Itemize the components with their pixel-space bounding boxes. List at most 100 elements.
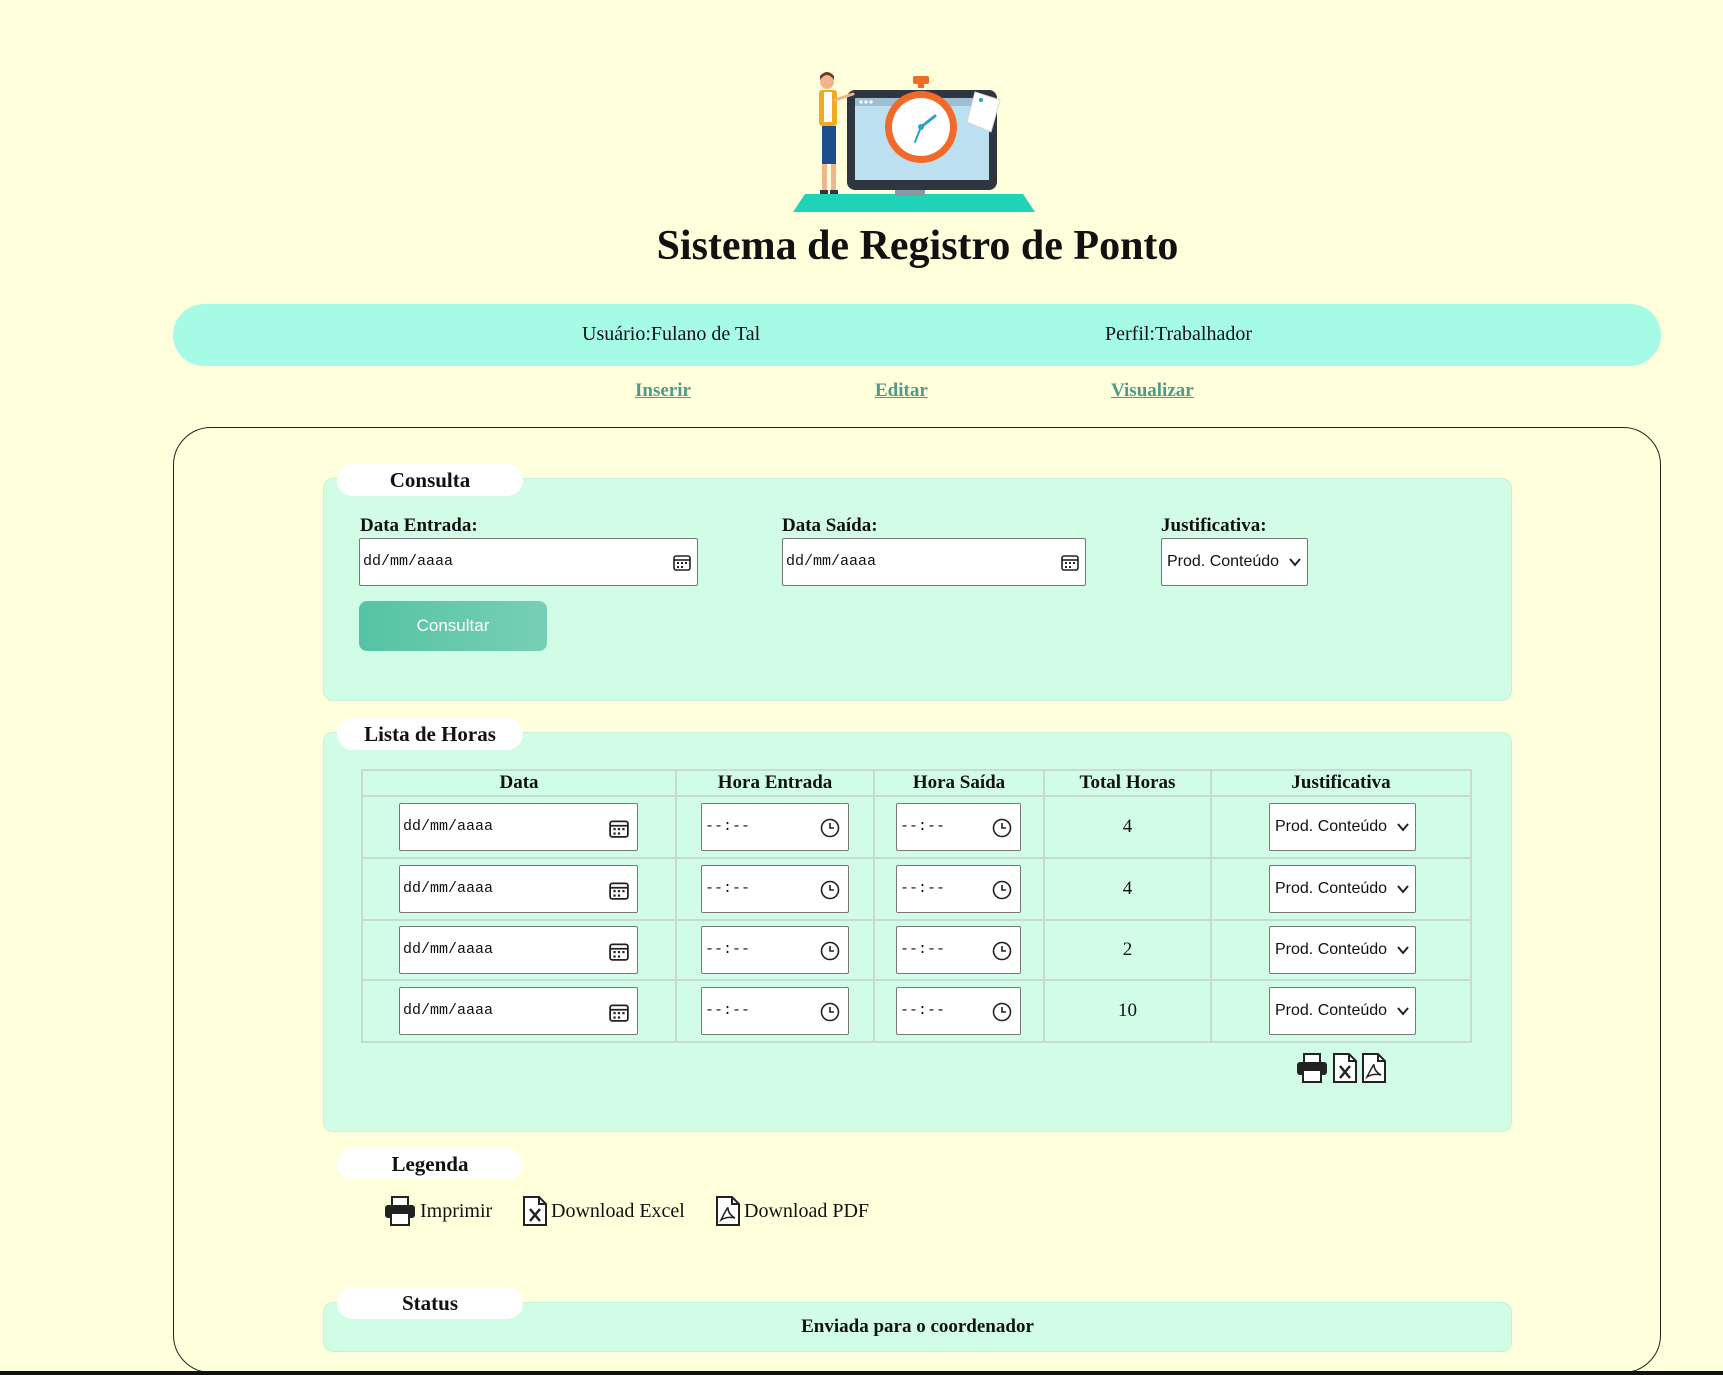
clock-icon[interactable] bbox=[992, 880, 1012, 900]
calendar-icon[interactable] bbox=[1061, 553, 1079, 571]
row-exit-time-value: --:-- bbox=[900, 880, 946, 897]
row-justification-select[interactable]: Prod. Conteúdo bbox=[1269, 803, 1416, 851]
row-justification-select[interactable]: Prod. Conteúdo bbox=[1269, 865, 1416, 913]
row-total-hours: 10 bbox=[1043, 979, 1212, 1043]
row-justification-value: Prod. Conteúdo bbox=[1275, 1002, 1388, 1019]
row-exit-time-input[interactable]: --:-- bbox=[896, 803, 1021, 851]
entry-date-label: Data Entrada: bbox=[360, 515, 478, 536]
row-justification-select[interactable]: Prod. Conteúdo bbox=[1269, 926, 1416, 974]
legend-label-print: Imprimir bbox=[420, 1200, 493, 1222]
hours-legend: Lista de Horas bbox=[337, 718, 523, 750]
row-justification-select[interactable]: Prod. Conteúdo bbox=[1269, 987, 1416, 1035]
row-exit-time-input[interactable]: --:-- bbox=[896, 926, 1021, 974]
row-date-input[interactable]: dd/mm/aaaa bbox=[399, 865, 638, 913]
clock-icon[interactable] bbox=[820, 880, 840, 900]
row-exit-time-value: --:-- bbox=[900, 818, 946, 835]
table-row: dd/mm/aaaa --:-- --:-- 10 Prod. Conteúdo bbox=[361, 979, 1472, 1043]
justification-selected: Prod. Conteúdo bbox=[1167, 553, 1280, 570]
calendar-icon[interactable] bbox=[609, 818, 629, 838]
row-date-value: dd/mm/aaaa bbox=[403, 880, 494, 897]
nav-insert-link[interactable]: Inserir bbox=[635, 380, 691, 402]
clock-icon[interactable] bbox=[992, 818, 1012, 838]
column-header-justification: Justificativa bbox=[1210, 769, 1472, 797]
consulta-section bbox=[323, 478, 1512, 701]
row-exit-time-input[interactable]: --:-- bbox=[896, 865, 1021, 913]
consult-button[interactable]: Consultar bbox=[359, 601, 547, 651]
row-entry-time-input[interactable]: --:-- bbox=[701, 865, 849, 913]
exit-date-input[interactable]: dd/mm/aaaa bbox=[782, 538, 1086, 586]
row-date-value: dd/mm/aaaa bbox=[403, 1002, 494, 1019]
excel-icon bbox=[523, 1196, 547, 1226]
user-name: Usuário:Fulano de Tal bbox=[582, 323, 761, 345]
row-justification-value: Prod. Conteúdo bbox=[1275, 941, 1388, 958]
legend-item-excel: Download Excel bbox=[522, 1196, 685, 1226]
printer-icon[interactable] bbox=[1296, 1053, 1328, 1083]
pdf-icon bbox=[716, 1196, 740, 1226]
chevron-down-icon bbox=[1397, 823, 1409, 832]
column-header-entry-time: Hora Entrada bbox=[675, 769, 875, 797]
chevron-down-icon bbox=[1397, 885, 1409, 894]
clock-icon[interactable] bbox=[992, 941, 1012, 961]
status-text: Enviada para o coordenador bbox=[801, 1316, 1034, 1337]
clock-icon[interactable] bbox=[820, 818, 840, 838]
calendar-icon[interactable] bbox=[609, 880, 629, 900]
calendar-icon[interactable] bbox=[673, 553, 691, 571]
calendar-icon[interactable] bbox=[609, 941, 629, 961]
excel-icon[interactable] bbox=[1332, 1053, 1358, 1083]
clock-icon[interactable] bbox=[992, 1002, 1012, 1022]
consulta-legend: Consulta bbox=[337, 464, 523, 496]
table-row: dd/mm/aaaa --:-- --:-- 2 Prod. Conteúdo bbox=[361, 919, 1472, 981]
pdf-icon[interactable] bbox=[1361, 1053, 1387, 1083]
clock-icon[interactable] bbox=[820, 941, 840, 961]
row-total-hours: 4 bbox=[1043, 795, 1212, 859]
row-entry-time-input[interactable]: --:-- bbox=[701, 803, 849, 851]
row-total-hours: 2 bbox=[1043, 919, 1212, 981]
page-title: Sistema de Registro de Ponto bbox=[656, 223, 1179, 269]
table-row: dd/mm/aaaa --:-- --:-- 4 Prod. Conteúdo bbox=[361, 795, 1472, 859]
user-bar: Usuário:Fulano de Tal Perfil:Trabalhador bbox=[173, 304, 1661, 366]
row-date-value: dd/mm/aaaa bbox=[403, 941, 494, 958]
user-profile: Perfil:Trabalhador bbox=[1105, 323, 1253, 345]
row-entry-time-value: --:-- bbox=[705, 1002, 751, 1019]
chevron-down-icon bbox=[1397, 1007, 1409, 1016]
row-entry-time-value: --:-- bbox=[705, 818, 751, 835]
nav-edit-link[interactable]: Editar bbox=[875, 380, 928, 402]
row-entry-time-value: --:-- bbox=[705, 941, 751, 958]
justification-select[interactable]: Prod. Conteúdo bbox=[1161, 538, 1308, 586]
status-legend: Status bbox=[337, 1287, 523, 1319]
hours-table: Data Hora Entrada Hora Saída Total Horas… bbox=[361, 769, 1472, 1043]
row-entry-time-value: --:-- bbox=[705, 880, 751, 897]
exit-date-placeholder: dd/mm/aaaa bbox=[786, 553, 877, 570]
column-header-date: Data bbox=[361, 769, 677, 797]
legend-item-print: Imprimir bbox=[384, 1196, 493, 1226]
table-row: dd/mm/aaaa --:-- --:-- 4 Prod. Conteúdo bbox=[361, 857, 1472, 921]
row-exit-time-value: --:-- bbox=[900, 1002, 946, 1019]
bottom-border bbox=[0, 1371, 1723, 1375]
justification-label: Justificativa: bbox=[1161, 515, 1267, 536]
row-date-input[interactable]: dd/mm/aaaa bbox=[399, 926, 638, 974]
row-date-input[interactable]: dd/mm/aaaa bbox=[399, 987, 638, 1035]
row-justification-value: Prod. Conteúdo bbox=[1275, 818, 1388, 835]
row-exit-time-input[interactable]: --:-- bbox=[896, 987, 1021, 1035]
column-header-exit-time: Hora Saída bbox=[873, 769, 1045, 797]
row-entry-time-input[interactable]: --:-- bbox=[701, 926, 849, 974]
legend-item-pdf: Download PDF bbox=[715, 1196, 870, 1226]
chevron-down-icon bbox=[1397, 946, 1409, 955]
chevron-down-icon bbox=[1289, 558, 1301, 567]
column-header-total-hours: Total Horas bbox=[1043, 769, 1212, 797]
printer-icon bbox=[385, 1196, 415, 1226]
timekeeping-illustration bbox=[793, 72, 1035, 212]
row-exit-time-value: --:-- bbox=[900, 941, 946, 958]
entry-date-placeholder: dd/mm/aaaa bbox=[363, 553, 454, 570]
nav-view-link[interactable]: Visualizar bbox=[1111, 380, 1194, 402]
legenda-legend: Legenda bbox=[337, 1148, 523, 1180]
entry-date-input[interactable]: dd/mm/aaaa bbox=[359, 538, 698, 586]
row-date-input[interactable]: dd/mm/aaaa bbox=[399, 803, 638, 851]
row-entry-time-input[interactable]: --:-- bbox=[701, 987, 849, 1035]
row-date-value: dd/mm/aaaa bbox=[403, 818, 494, 835]
clock-icon[interactable] bbox=[820, 1002, 840, 1022]
calendar-icon[interactable] bbox=[609, 1002, 629, 1022]
exit-date-label: Data Saída: bbox=[782, 515, 878, 536]
legend-label-pdf: Download PDF bbox=[744, 1200, 870, 1222]
legend-label-excel: Download Excel bbox=[551, 1200, 685, 1222]
